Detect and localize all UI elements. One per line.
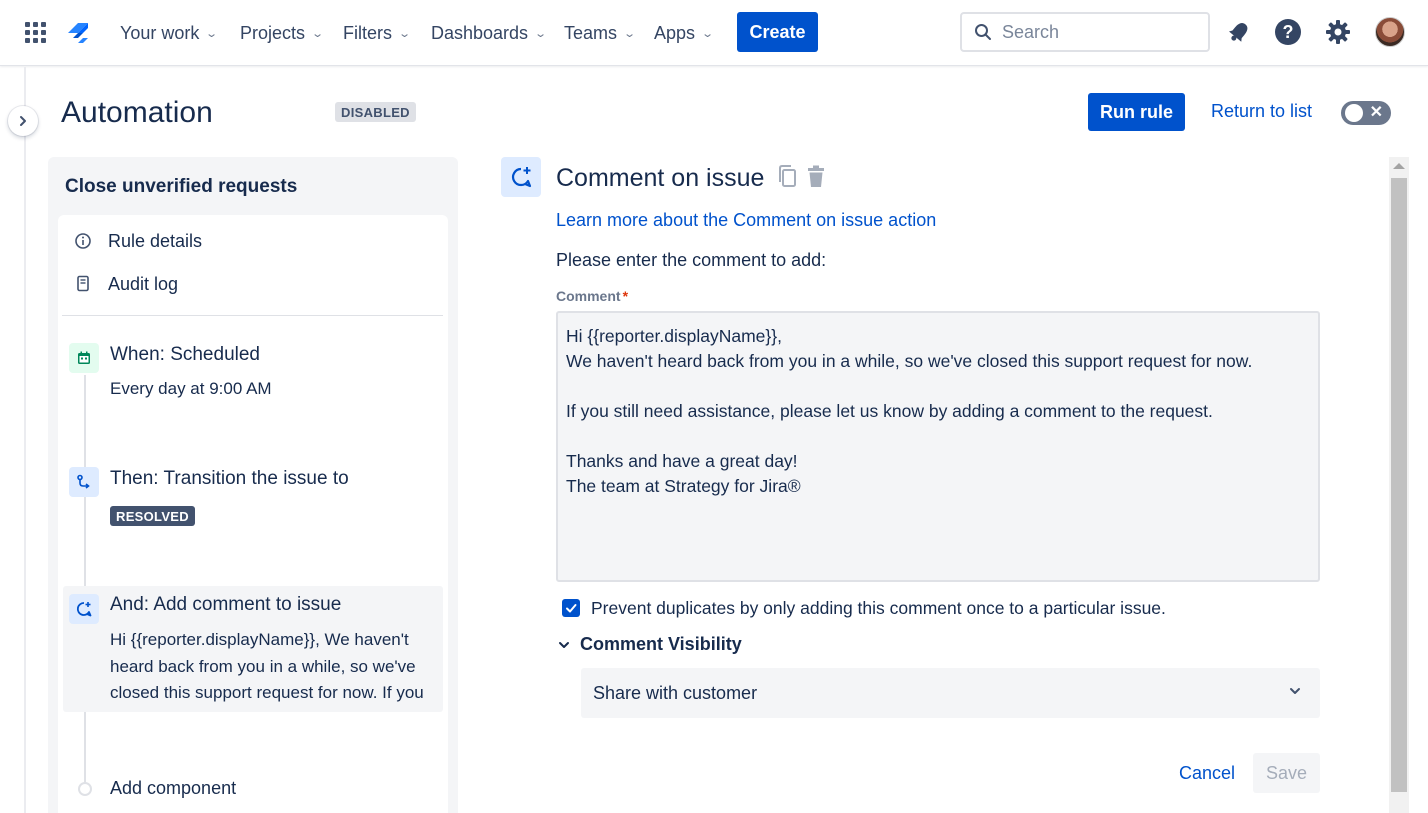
jira-logo-icon[interactable] [64, 19, 92, 47]
top-navigation: Your work ⌄ Projects ⌄ Filters ⌄ Dashboards… [0, 0, 1428, 66]
instruction-text: Please enter the comment to add: [556, 250, 827, 270]
calendar-icon [69, 343, 99, 373]
chevron-down-icon: ⌄ [701, 27, 715, 40]
step-title: And: Add comment to issue [110, 594, 342, 615]
step-title: When: Scheduled [110, 344, 260, 365]
prevent-duplicates-label[interactable]: Prevent duplicates by only adding this c… [591, 598, 1166, 619]
chevron-down-icon: ⌄ [205, 27, 219, 40]
chevron-down-icon: ⌄ [398, 27, 412, 40]
status-badge: RESOLVED [110, 506, 195, 526]
copy-icon[interactable] [776, 164, 800, 190]
avatar[interactable] [1375, 17, 1405, 47]
visibility-select[interactable]: Share with customer [581, 668, 1320, 718]
checkmark-icon [566, 604, 577, 613]
scrollbar-thumb[interactable] [1391, 178, 1407, 792]
delete-icon[interactable] [805, 164, 829, 190]
step-comment-preview: Hi {{reporter.displayName}}, We haven't … [110, 630, 424, 702]
return-to-list-link[interactable]: Return to list [1211, 101, 1312, 122]
comment-add-icon [69, 594, 99, 624]
comment-textarea[interactable]: Hi {{reporter.displayName}}, We haven't … [556, 311, 1320, 582]
settings-icon[interactable] [1324, 18, 1352, 46]
notifications-icon[interactable] [1225, 18, 1253, 46]
nav-apps[interactable]: Apps ⌄ [654, 20, 715, 46]
expand-sidebar-button[interactable] [8, 106, 38, 136]
comment-field-label: Comment * [556, 288, 628, 304]
rule-name: Close unverified requests [65, 176, 298, 197]
cancel-button[interactable]: Cancel [1170, 753, 1244, 793]
sidebar-edge [24, 67, 26, 813]
step-trigger-scheduled[interactable]: When: Scheduled Every day at 9:00 AM [63, 341, 443, 401]
run-rule-button[interactable]: Run rule [1088, 93, 1185, 131]
nav-label: Your work [120, 22, 200, 43]
divider [62, 315, 443, 316]
step-action-transition[interactable]: Then: Transition the issue to RESOLVED [63, 465, 443, 529]
nav-dashboards[interactable]: Dashboards ⌄ [431, 20, 548, 46]
rule-details-label: Rule details [108, 230, 203, 251]
scroll-up-arrow[interactable] [1393, 163, 1405, 169]
comment-visibility-toggle[interactable]: Comment Visibility [558, 634, 742, 655]
nav-label: Projects [240, 22, 306, 43]
nav-teams[interactable]: Teams ⌄ [564, 20, 637, 46]
nav-projects[interactable]: Projects ⌄ [240, 20, 325, 46]
create-button[interactable]: Create [737, 12, 818, 52]
required-marker: * [622, 288, 629, 304]
step-subtitle: Every day at 9:00 AM [110, 379, 272, 398]
chevron-down-icon: ⌄ [311, 27, 325, 40]
help-icon[interactable]: ? [1274, 18, 1302, 46]
nav-label: Filters [343, 22, 392, 43]
nav-your-work[interactable]: Your work ⌄ [120, 20, 219, 46]
nav-label: Teams [564, 22, 618, 43]
close-icon: ✕ [1369, 104, 1383, 121]
svg-text:?: ? [1283, 22, 1294, 42]
comment-label-text: Comment [556, 288, 621, 304]
chevron-down-icon: ⌄ [534, 27, 548, 40]
info-icon [75, 233, 91, 249]
rule-outline-panel: Close unverified requests Rule details A… [48, 157, 458, 813]
transition-icon [69, 467, 99, 497]
rule-details-item[interactable]: Rule details [74, 228, 202, 254]
action-title: Comment on issue [556, 164, 765, 192]
search-field[interactable] [960, 12, 1210, 52]
search-input[interactable] [1002, 21, 1192, 43]
step-title: Then: Transition the issue to [110, 468, 349, 489]
prevent-duplicates-checkbox[interactable] [562, 599, 580, 617]
document-icon [77, 275, 89, 292]
search-icon [975, 24, 991, 40]
audit-log-item[interactable]: Audit log [74, 271, 178, 297]
chevron-down-icon [559, 641, 569, 648]
visibility-selected-value: Share with customer [593, 682, 758, 703]
page-title: Automation [61, 96, 213, 129]
comment-add-icon [501, 157, 541, 197]
nav-label: Apps [654, 22, 696, 43]
step-action-add-comment[interactable]: And: Add comment to issue Hi {{reporter.… [63, 586, 443, 712]
chevron-down-icon [1290, 688, 1300, 694]
audit-log-label: Audit log [108, 273, 179, 294]
rule-enabled-toggle[interactable]: ✕ [1341, 101, 1391, 125]
add-component-link[interactable]: Add component [110, 778, 236, 799]
status-badge: DISABLED [335, 102, 416, 122]
add-component-dot [78, 782, 92, 796]
toggle-knob [1345, 104, 1363, 122]
save-button[interactable]: Save [1253, 753, 1320, 793]
chevron-down-icon: ⌄ [623, 27, 637, 40]
rule-steps-list: Rule details Audit log When: Scheduled E… [58, 215, 448, 813]
nav-label: Dashboards [431, 22, 529, 43]
comment-visibility-label: Comment Visibility [580, 634, 742, 654]
apps-grid-icon[interactable] [25, 22, 47, 44]
chevron-right-icon [20, 116, 26, 126]
learn-more-link[interactable]: Learn more about the Comment on issue ac… [556, 210, 936, 231]
nav-filters[interactable]: Filters ⌄ [343, 20, 412, 46]
timeline-line [84, 375, 86, 795]
